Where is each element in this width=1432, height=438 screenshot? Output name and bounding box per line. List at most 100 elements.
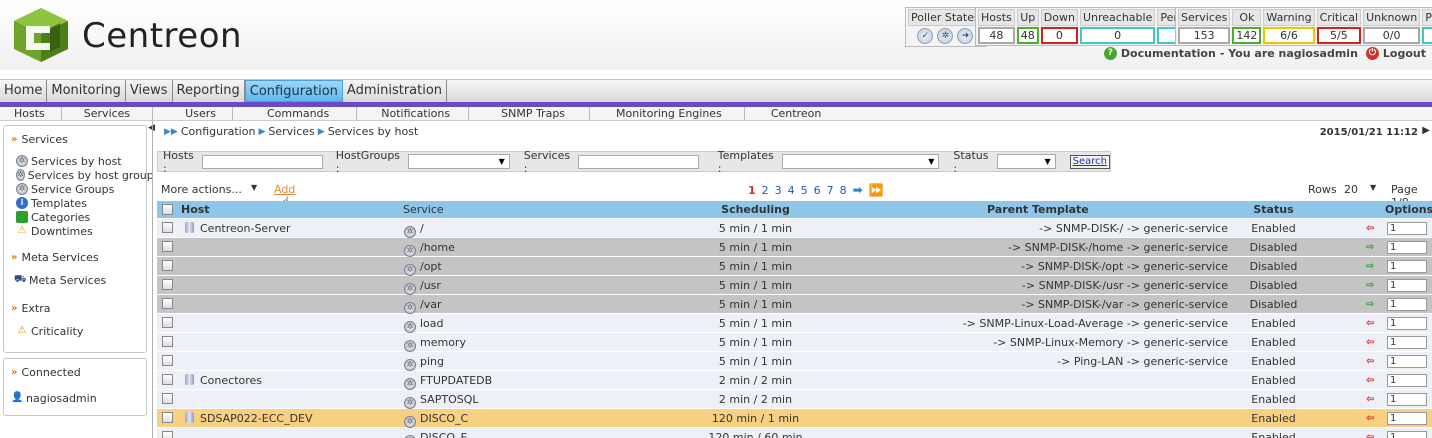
services-total-count[interactable]: 153 <box>1178 27 1231 44</box>
page-link-5[interactable]: 5 <box>801 184 808 197</box>
select-all-checkbox[interactable] <box>162 204 173 215</box>
menu-administration[interactable]: Administration <box>343 80 448 102</box>
duplicate-count-input[interactable]: 1 <box>1387 298 1427 311</box>
rows-select[interactable]: 20 <box>1344 183 1358 196</box>
table-row[interactable]: ✲ /opt 5 min / 1 min -> SNMP-DISK-/opt -> g… <box>157 257 1432 276</box>
documentation-icon[interactable]: ? <box>1103 47 1117 60</box>
column-header-service[interactable]: Service <box>403 201 444 219</box>
disable-icon[interactable]: ⇦ <box>1366 337 1378 348</box>
page-link-8[interactable]: 8 <box>840 184 847 197</box>
service-name[interactable]: /usr <box>420 279 441 292</box>
services-critical-count[interactable]: 5/5 <box>1316 27 1362 44</box>
poller-latency-icon[interactable]: ✲ <box>937 28 954 44</box>
disable-icon[interactable]: ⇦ <box>1366 375 1378 386</box>
chevron-down-icon[interactable]: ▼ <box>251 183 257 192</box>
submenu-monitoring-engines[interactable]: Monitoring Engines <box>590 107 745 120</box>
submenu-centreon[interactable]: Centreon <box>745 107 841 120</box>
table-row[interactable]: ✲DISCO_E 120 min / 60 min Enabled ⇦ 1 <box>157 428 1432 438</box>
service-cell[interactable]: ✲ /var <box>404 295 441 314</box>
enable-icon[interactable]: ⇨ <box>1366 261 1378 272</box>
row-checkbox[interactable] <box>162 298 173 309</box>
duplicate-count-input[interactable]: 1 <box>1387 317 1427 330</box>
disable-icon[interactable]: ⇦ <box>1366 223 1378 234</box>
more-actions-select[interactable]: More actions... <box>161 183 242 196</box>
row-checkbox[interactable] <box>162 279 173 290</box>
page-link-1[interactable]: 1 <box>748 184 756 197</box>
enable-icon[interactable]: ⇨ <box>1366 280 1378 291</box>
disable-icon[interactable]: ⇦ <box>1366 356 1378 367</box>
services-pending-count[interactable]: 0 <box>1422 27 1432 44</box>
row-checkbox[interactable] <box>162 317 173 328</box>
sidebar-item-services-by-host[interactable]: ✲ Services by host <box>16 154 146 168</box>
table-row[interactable]: Conectores ✲ FTUPDATEDB 2 min / 2 min Enable… <box>157 371 1432 390</box>
duplicate-count-input[interactable]: 1 <box>1387 412 1427 425</box>
centreon-logo[interactable]: Centreon <box>10 6 250 64</box>
duplicate-count-input[interactable]: 1 <box>1387 336 1427 349</box>
sidebar-item-downtimes[interactable]: ⚠ Downtimes <box>16 224 146 238</box>
service-name[interactable]: /var <box>420 298 441 311</box>
submenu-notifications[interactable]: Notifications <box>357 107 470 120</box>
next-page-icon[interactable]: ➡ <box>853 183 863 197</box>
host-cell[interactable]: Centreon-Server <box>185 219 291 238</box>
duplicate-count-input[interactable]: 1 <box>1387 393 1427 406</box>
service-cell[interactable]: ✲ /usr <box>404 276 441 295</box>
search-button[interactable]: Search <box>1069 154 1110 169</box>
services-warning-count[interactable]: 6/6 <box>1263 27 1315 44</box>
breadcrumb-configuration[interactable]: Configuration <box>181 125 256 138</box>
column-header-host[interactable]: Host <box>181 201 210 219</box>
row-checkbox[interactable] <box>162 241 173 252</box>
row-checkbox[interactable] <box>162 355 173 366</box>
service-name[interactable]: /home <box>420 241 455 254</box>
host-cell[interactable]: Conectores <box>185 371 262 390</box>
sidebar-connected-user[interactable]: 👤 nagiosadmin <box>11 391 146 405</box>
duplicate-count-input[interactable]: 1 <box>1387 374 1427 387</box>
table-row[interactable]: Centreon-Server ✲/5 min / 1 min -> SNMP-DI… <box>157 219 1432 238</box>
services-filter-input[interactable] <box>578 154 699 169</box>
hosts-filter-input[interactable] <box>202 154 323 169</box>
row-checkbox[interactable] <box>162 412 173 423</box>
hosts-unreachable-count[interactable]: 0 <box>1079 27 1156 44</box>
sidebar-item-services-by-host-group[interactable]: ✲ Services by host group <box>16 168 154 182</box>
host-name[interactable]: SDSAP022-ECC_DEV <box>200 412 313 425</box>
service-cell[interactable]: ✲ /home <box>404 238 455 257</box>
last-page-icon[interactable]: ⏩ <box>869 183 884 197</box>
row-checkbox[interactable] <box>162 260 173 271</box>
disable-icon[interactable]: ⇦ <box>1366 432 1378 438</box>
table-row[interactable]: ✲ SAPTOSQL 2 min / 2 min Enabled ⇦ 1 <box>157 390 1432 409</box>
table-row[interactable]: ✲ load 5 min / 1 min -> SNMP-Linux-Load-Ave… <box>157 314 1432 333</box>
submenu-snmp-traps[interactable]: SNMP Traps <box>469 107 591 120</box>
submenu-services[interactable]: Services <box>62 107 154 120</box>
table-row[interactable]: SDSAP022-ECC_DEV ✲ DISCO_C 120 min / 1 min E… <box>157 409 1432 428</box>
service-cell[interactable]: ✲ /opt <box>404 257 442 276</box>
hosts-down-count[interactable]: 0 <box>1040 27 1078 44</box>
services-unknown-count[interactable]: 0/0 <box>1363 27 1421 44</box>
service-name[interactable]: SAPTOSQL <box>420 393 479 406</box>
service-name[interactable]: memory <box>420 336 466 349</box>
enable-icon[interactable]: ⇨ <box>1366 242 1378 253</box>
duplicate-count-input[interactable]: 1 <box>1387 241 1427 254</box>
service-cell[interactable]: ✲ ping <box>404 352 444 371</box>
menu-reporting[interactable]: Reporting <box>173 80 245 102</box>
service-cell[interactable]: ✲DISCO_E <box>404 428 468 438</box>
disable-icon[interactable]: ⇦ <box>1366 413 1378 424</box>
panel-toggle-icon[interactable]: ▶ <box>1422 125 1430 136</box>
sidebar-item-templates[interactable]: i Templates <box>16 196 146 210</box>
menu-monitoring[interactable]: Monitoring <box>47 80 126 102</box>
host-cell[interactable]: SDSAP022-ECC_DEV <box>185 409 313 428</box>
templates-filter-select[interactable] <box>781 154 940 169</box>
documentation-link[interactable]: Documentation <box>1121 47 1216 60</box>
disable-icon[interactable]: ⇦ <box>1366 394 1378 405</box>
duplicate-count-input[interactable]: 1 <box>1387 260 1427 273</box>
table-row[interactable]: ✲ memory 5 min / 1 min -> SNMP-Linux-Memory… <box>157 333 1432 352</box>
host-name[interactable]: Centreon-Server <box>200 222 291 235</box>
row-checkbox[interactable] <box>162 222 173 233</box>
duplicate-count-input[interactable]: 1 <box>1387 222 1427 235</box>
breadcrumb-services[interactable]: Services <box>268 125 314 138</box>
logout-icon[interactable]: ⏻ <box>1365 47 1379 60</box>
row-checkbox[interactable] <box>162 431 173 438</box>
page-link-7[interactable]: 7 <box>827 184 834 197</box>
table-row[interactable]: ✲ /home 5 min / 1 min -> SNMP-DISK-/home ->… <box>157 238 1432 257</box>
table-row[interactable]: ✲ ping 5 min / 1 min -> Ping-LAN -> generic… <box>157 352 1432 371</box>
hosts-total-count[interactable]: 48 <box>978 27 1015 44</box>
service-cell[interactable]: ✲ SAPTOSQL <box>404 390 479 409</box>
